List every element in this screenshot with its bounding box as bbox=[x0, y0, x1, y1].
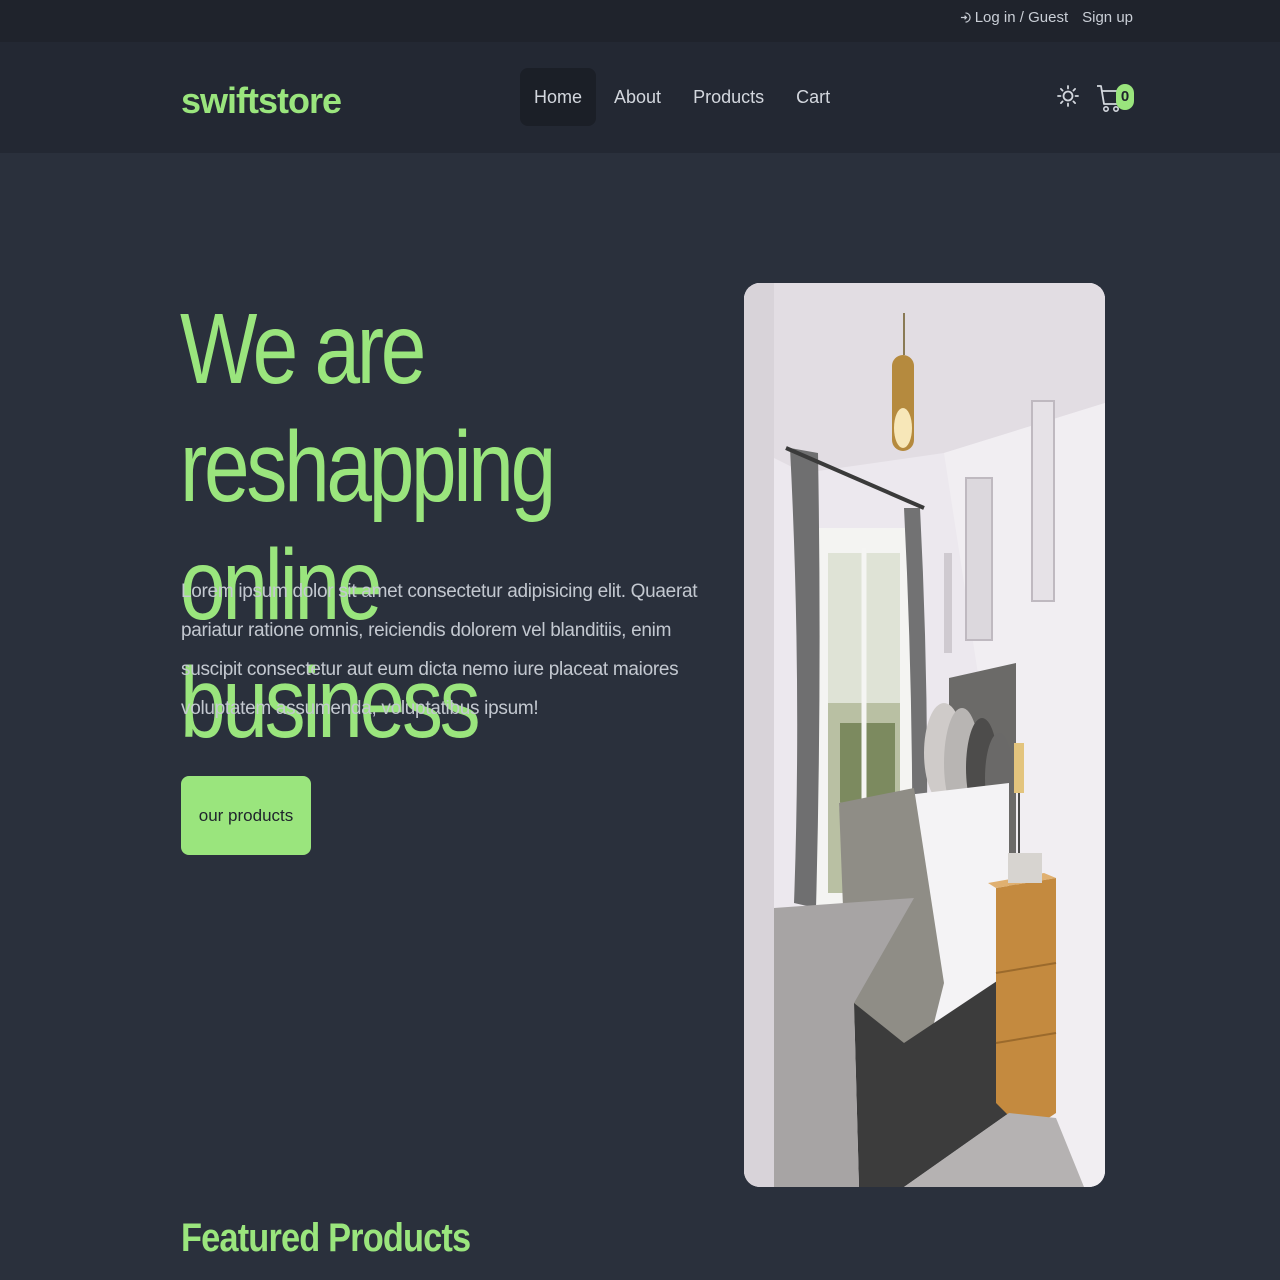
login-link[interactable]: Log in / Guest bbox=[960, 9, 1068, 26]
hero-description: Lorem ipsum dolor sit amet consectetur a… bbox=[181, 581, 698, 719]
logo[interactable]: swiftstore bbox=[181, 80, 342, 122]
theme-toggle-button[interactable] bbox=[1056, 84, 1080, 108]
our-products-button[interactable]: our products bbox=[181, 776, 311, 855]
login-icon bbox=[960, 11, 971, 23]
nav-link-about[interactable]: About bbox=[600, 68, 675, 126]
hero-bedroom-image bbox=[744, 283, 1105, 1187]
top-bar: Log in / Guest Sign up bbox=[0, 0, 1280, 42]
navbar: swiftstore Home About Products Cart 0 bbox=[0, 42, 1280, 153]
signup-link[interactable]: Sign up bbox=[1082, 9, 1133, 26]
nav-link-cart[interactable]: Cart bbox=[782, 68, 844, 126]
cart-count-badge: 0 bbox=[1116, 84, 1134, 110]
login-label: Log in / Guest bbox=[974, 8, 1069, 26]
sun-icon bbox=[1057, 85, 1079, 107]
cart-button[interactable]: 0 bbox=[1096, 80, 1140, 116]
nav-links: Home About Products Cart bbox=[520, 68, 848, 126]
auth-links: Log in / Guest Sign up bbox=[960, 0, 1133, 34]
featured-products-heading: Featured Products bbox=[181, 1216, 471, 1260]
nav-link-home[interactable]: Home bbox=[520, 68, 597, 126]
nav-link-products[interactable]: Products bbox=[679, 68, 778, 126]
